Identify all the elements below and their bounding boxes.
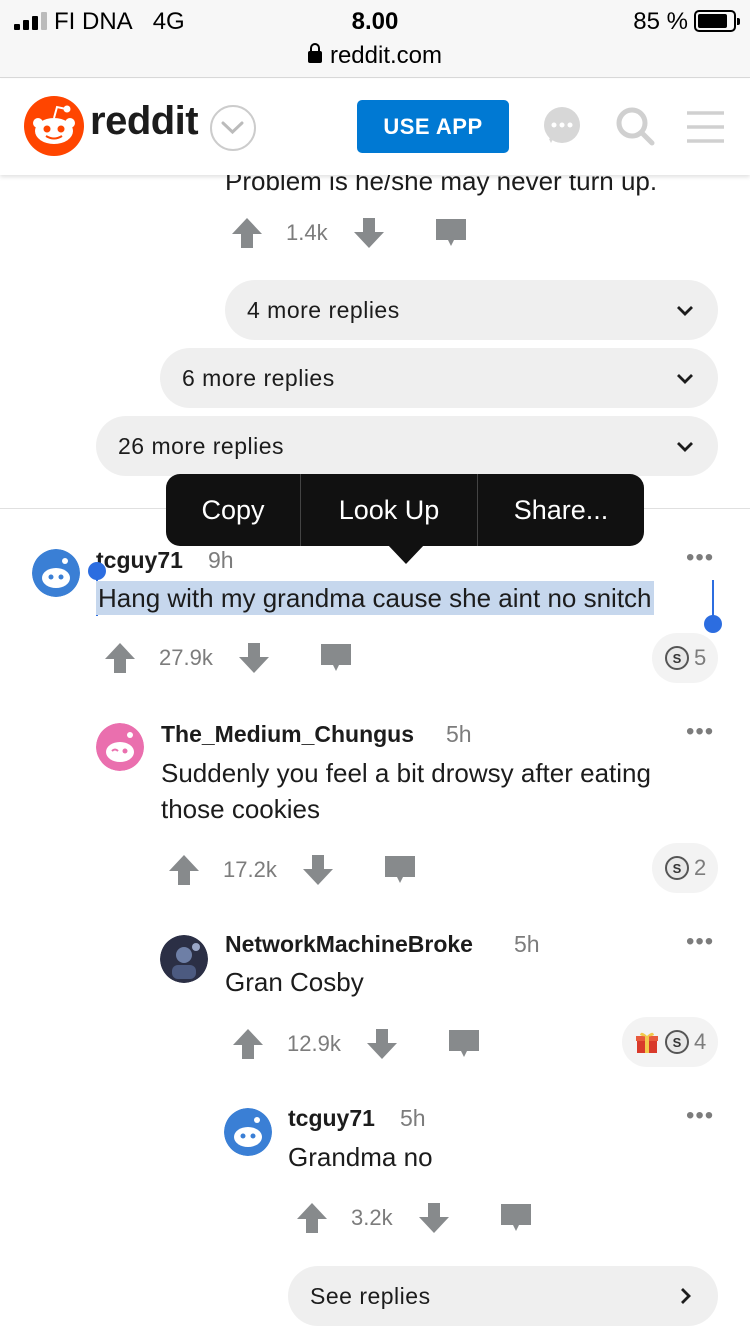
score: 17.2k: [223, 857, 277, 882]
upvote-icon[interactable]: [167, 853, 201, 887]
status-bar: FI DNA 4G 8.00 reddit.com 85 %: [0, 0, 750, 78]
vote-row: 12.9k: [231, 1024, 481, 1064]
reply-icon[interactable]: [499, 1201, 533, 1235]
reply-icon[interactable]: [319, 641, 353, 675]
silver-award-icon: S: [665, 646, 689, 670]
share-menu-item[interactable]: Share...: [478, 474, 644, 546]
chevron-right-icon: [681, 1288, 691, 1304]
vote-row: 1.4k: [230, 213, 468, 253]
avatar[interactable]: [224, 1108, 272, 1156]
address-bar[interactable]: reddit.com: [0, 42, 750, 70]
score: 27.9k: [159, 645, 213, 670]
svg-text:S: S: [673, 861, 682, 876]
vote-row: 17.2k: [167, 850, 417, 890]
reddit-header: reddit USE APP: [0, 79, 750, 175]
upvote-icon[interactable]: [295, 1201, 329, 1235]
downvote-icon[interactable]: [237, 641, 271, 675]
url-text: reddit.com: [329, 42, 443, 69]
look-up-menu-item[interactable]: Look Up: [301, 474, 478, 546]
svg-text:S: S: [673, 1035, 682, 1050]
awards-count: 5: [694, 645, 707, 670]
more-options-icon[interactable]: •••: [686, 544, 714, 572]
comment-body: Suddenly you feel a bit drowsy after eat…: [161, 758, 651, 824]
more-replies-label: 26 more replies: [118, 432, 285, 459]
awards-count: 2: [694, 855, 707, 880]
reddit-wordmark[interactable]: reddit: [90, 99, 199, 144]
battery-percentage: 85 %: [633, 8, 688, 35]
text-selection-menu: Copy Look Up Share...: [166, 474, 644, 546]
reply-icon[interactable]: [447, 1027, 481, 1061]
reply-icon[interactable]: [383, 853, 417, 887]
search-icon[interactable]: [614, 105, 658, 149]
upvote-icon[interactable]: [103, 641, 137, 675]
see-replies-label: See replies: [310, 1282, 431, 1309]
upvote-icon[interactable]: [230, 216, 264, 250]
comment-age: 9h: [208, 547, 234, 573]
downvote-icon[interactable]: [417, 1201, 451, 1235]
chevron-down-icon: [677, 374, 693, 384]
more-replies-button[interactable]: 6 more replies: [160, 348, 718, 408]
comment-age: 5h: [514, 931, 540, 957]
silver-award-icon: S: [665, 856, 689, 880]
awards-badge[interactable]: S 4: [622, 1017, 719, 1067]
comment-body: Grandma no: [288, 1142, 433, 1172]
chat-icon[interactable]: [541, 105, 585, 149]
score: 3.2k: [351, 1205, 393, 1230]
username[interactable]: The_Medium_Chungus: [161, 721, 414, 748]
comment-body: Hang with my grandma cause she aint no s…: [96, 580, 654, 616]
copy-menu-item[interactable]: Copy: [166, 474, 301, 546]
more-replies-label: 4 more replies: [247, 296, 400, 323]
avatar[interactable]: [160, 935, 208, 983]
more-replies-button[interactable]: 4 more replies: [225, 280, 718, 340]
username[interactable]: tcguy71: [288, 1105, 375, 1132]
more-replies-label: 6 more replies: [182, 364, 335, 391]
menu-pointer: [387, 544, 425, 564]
comment-body: Gran Cosby: [225, 967, 364, 997]
downvote-icon[interactable]: [301, 853, 335, 887]
selected-text: Hang with my grandma cause she aint no s…: [96, 581, 654, 615]
more-options-icon[interactable]: •••: [686, 1102, 714, 1130]
avatar[interactable]: [96, 723, 144, 771]
reddit-logo-icon[interactable]: [24, 96, 84, 156]
gift-award-icon: [636, 1032, 658, 1053]
battery-icon: [694, 10, 740, 32]
score: 1.4k: [286, 220, 328, 245]
comment-age: 5h: [400, 1105, 426, 1131]
avatar[interactable]: [32, 549, 80, 597]
svg-text:S: S: [673, 651, 682, 666]
hamburger-menu-icon[interactable]: [684, 105, 728, 149]
silver-award-icon: S: [665, 1030, 689, 1054]
vote-row: 27.9k: [103, 638, 353, 678]
awards-badge[interactable]: S 2: [652, 843, 719, 893]
upvote-icon[interactable]: [231, 1027, 265, 1061]
more-replies-button[interactable]: 26 more replies: [96, 416, 718, 476]
downvote-icon[interactable]: [365, 1027, 399, 1061]
more-options-icon[interactable]: •••: [686, 928, 714, 956]
see-replies-button[interactable]: See replies: [288, 1266, 718, 1326]
score: 12.9k: [287, 1031, 341, 1056]
chevron-down-icon: [677, 442, 693, 452]
downvote-icon[interactable]: [352, 216, 386, 250]
username[interactable]: tcguy71: [96, 547, 183, 574]
chevron-down-icon[interactable]: [210, 105, 256, 151]
selection-end-handle[interactable]: [704, 615, 722, 633]
vote-row: 3.2k: [295, 1198, 533, 1238]
lock-icon: [307, 43, 322, 63]
more-options-icon[interactable]: •••: [686, 718, 714, 746]
selection-end-bar: [712, 580, 714, 618]
awards-count: 4: [694, 1029, 707, 1054]
username[interactable]: NetworkMachineBroke: [225, 931, 473, 958]
awards-badge[interactable]: S 5: [652, 633, 719, 683]
reply-icon[interactable]: [434, 216, 468, 250]
use-app-button[interactable]: USE APP: [357, 100, 509, 153]
chevron-down-icon: [677, 306, 693, 316]
comment-age: 5h: [446, 721, 472, 747]
